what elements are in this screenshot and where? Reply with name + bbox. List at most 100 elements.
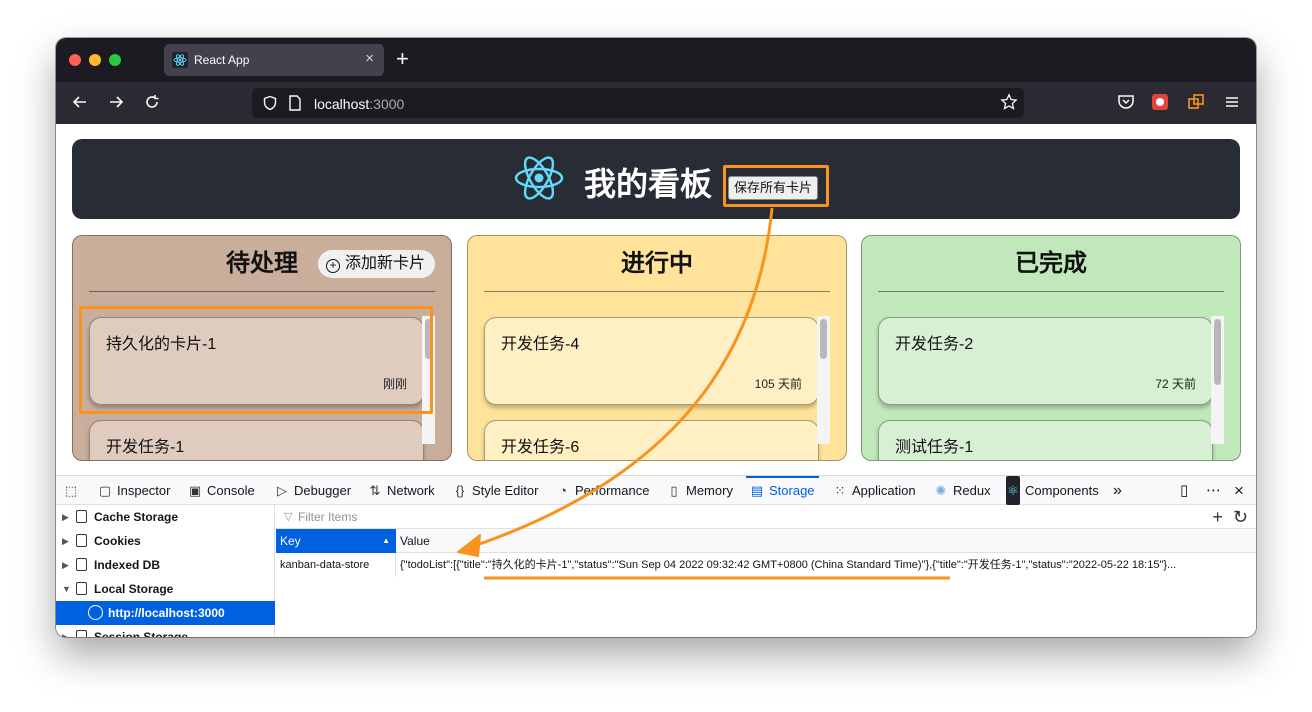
new-tab-icon[interactable]: +	[396, 46, 409, 72]
tab-network[interactable]: ⇅ Network	[368, 476, 435, 505]
plus-circle-icon: +	[325, 259, 340, 273]
sidebar-item-indexed-db[interactable]: ▶ Indexed DB	[56, 553, 275, 577]
containers-icon[interactable]	[1186, 92, 1206, 112]
close-tab-icon[interactable]: ×	[365, 50, 374, 67]
tab-components[interactable]: ⚛ Components	[1006, 476, 1099, 505]
card-title: 开发任务-6	[501, 439, 580, 456]
scrollbar-thumb[interactable]	[425, 319, 432, 359]
expand-arrow-icon[interactable]: ▶	[62, 529, 69, 553]
filter-items-input[interactable]: Filter Items	[298, 510, 357, 524]
tab-application[interactable]: ⁙ Application	[833, 476, 916, 505]
extension-icon[interactable]	[1150, 92, 1170, 112]
expand-arrow-icon[interactable]: ▶	[62, 625, 69, 637]
kanban-card[interactable]: 开发任务-6	[484, 420, 819, 460]
tab-style-editor[interactable]: {} Style Editor	[453, 476, 539, 505]
close-devtools-icon[interactable]: ×	[1234, 476, 1244, 505]
add-item-icon[interactable]: +	[1212, 507, 1223, 527]
column-scrollbar[interactable]	[817, 316, 830, 444]
column-separator	[395, 553, 396, 577]
back-icon[interactable]	[70, 92, 90, 112]
sidebar-item-label: Cookies	[94, 534, 141, 548]
filter-bar: ▽ Filter Items + ↻	[276, 505, 1256, 529]
tab-label: Console	[207, 483, 255, 498]
sidebar-item-local-storage[interactable]: ▼ Local Storage	[56, 577, 275, 601]
scrollbar-thumb[interactable]	[820, 319, 827, 359]
url-text: localhost:3000	[314, 96, 404, 112]
tab-label: Performance	[575, 483, 650, 498]
column-ongoing: 进行中 开发任务-4 105 天前 开发任务-6	[467, 235, 847, 461]
column-header-key[interactable]: Key ▲	[276, 529, 396, 553]
sidebar-item-label: Local Storage	[94, 582, 174, 596]
storage-icon	[76, 534, 87, 547]
row-value: {"todoList":[{"title":"持久化的卡片-1","status…	[400, 559, 1177, 571]
column-divider	[878, 291, 1224, 292]
tab-memory[interactable]: ▯ Memory	[667, 476, 733, 505]
app-title: 我的看板	[584, 166, 713, 202]
forward-icon[interactable]	[106, 92, 126, 112]
kanban-card[interactable]: 开发任务-1	[89, 420, 424, 460]
sidebar-item-cookies[interactable]: ▶ Cookies	[56, 529, 275, 553]
storage-icon	[76, 582, 87, 595]
expand-arrow-icon[interactable]: ▶	[62, 505, 69, 529]
more-options-icon[interactable]: ⋯	[1206, 476, 1221, 505]
expand-arrow-icon[interactable]: ▶	[62, 553, 69, 577]
sidebar-item-localhost[interactable]: http://localhost:3000	[56, 601, 275, 625]
sidebar-item-label: Session Storage	[94, 630, 189, 637]
column-header-value[interactable]: Value	[400, 529, 430, 553]
card-time: 刚刚	[382, 377, 407, 391]
refresh-icon[interactable]: ↻	[1233, 507, 1248, 527]
column-scrollbar[interactable]	[422, 316, 435, 444]
more-tabs-icon[interactable]: »	[1113, 476, 1122, 505]
pocket-icon[interactable]	[1116, 92, 1136, 112]
url-bar[interactable]: localhost:3000	[252, 88, 1024, 118]
dock-icon[interactable]: ▯	[1180, 476, 1188, 505]
kanban-card[interactable]: 测试任务-1	[878, 420, 1213, 460]
tab-performance[interactable]: ◔ Performance	[556, 476, 649, 505]
globe-icon	[88, 605, 103, 620]
column-scrollbar[interactable]	[1211, 316, 1224, 444]
debugger-icon: ▷	[277, 483, 287, 498]
menu-icon[interactable]	[1222, 92, 1242, 112]
storage-sidebar: ▶ Cache Storage ▶ Cookies ▶ Indexed DB ▼ Loc…	[56, 505, 275, 637]
kanban-card[interactable]: 开发任务-2 72 天前	[878, 317, 1213, 405]
tab-inspector[interactable]: ▢ Inspector	[98, 476, 171, 505]
url-port: :3000	[369, 96, 405, 112]
tab-redux[interactable]: ✺ Redux	[934, 476, 991, 505]
column-todo: 待处理 + 添加新卡片 持久化的卡片-1 刚刚 开发任务-1	[72, 235, 452, 461]
tab-storage[interactable]: ▤ Storage	[746, 476, 819, 505]
row-key: kanban-data-store	[280, 559, 370, 571]
browser-tab[interactable]: React App ×	[164, 44, 384, 76]
page-icon	[289, 95, 301, 111]
kanban-card[interactable]: 开发任务-4 105 天前	[484, 317, 819, 405]
zoom-window-button[interactable]	[109, 54, 121, 66]
card-title: 持久化的卡片-1	[106, 336, 217, 353]
table-row[interactable]: kanban-data-store {"todoList":[{"title":…	[276, 553, 1256, 577]
tab-label: Inspector	[117, 483, 171, 498]
reload-icon[interactable]	[142, 92, 162, 112]
kanban-card[interactable]: 持久化的卡片-1 刚刚	[89, 317, 424, 405]
minimize-window-button[interactable]	[89, 54, 101, 66]
memory-icon: ▯	[670, 483, 678, 498]
tab-label: Storage	[769, 483, 815, 498]
react-logo-icon	[514, 156, 564, 200]
sidebar-item-session-storage[interactable]: ▶ Session Storage	[56, 625, 275, 637]
tab-title: React App	[194, 53, 250, 67]
add-new-card-button[interactable]: + 添加新卡片	[317, 250, 435, 278]
tab-debugger[interactable]: ▷ Debugger	[275, 476, 351, 505]
bookmark-star-icon[interactable]	[1000, 93, 1018, 111]
tab-label: Components	[1025, 483, 1099, 498]
shield-icon[interactable]	[262, 95, 278, 111]
title-bar: React App × +	[56, 38, 1256, 82]
devtools-toolbar: ⬚ ▢ Inspector ▣ Console ▷ Debugger ⇅ Network…	[56, 476, 1256, 505]
save-all-cards-button[interactable]: 保存所有卡片	[728, 176, 818, 200]
sidebar-item-cache-storage[interactable]: ▶ Cache Storage	[56, 505, 275, 529]
url-host: localhost	[314, 96, 370, 112]
tab-console[interactable]: ▣ Console	[188, 476, 255, 505]
scrollbar-thumb[interactable]	[1214, 319, 1221, 385]
close-window-button[interactable]	[69, 54, 81, 66]
collapse-arrow-icon[interactable]: ▼	[62, 577, 71, 601]
column-title: 已完成	[1015, 250, 1087, 277]
braces-icon: {}	[455, 483, 465, 498]
card-title: 开发任务-2	[895, 336, 974, 353]
element-picker-icon[interactable]: ⬚	[64, 476, 83, 505]
